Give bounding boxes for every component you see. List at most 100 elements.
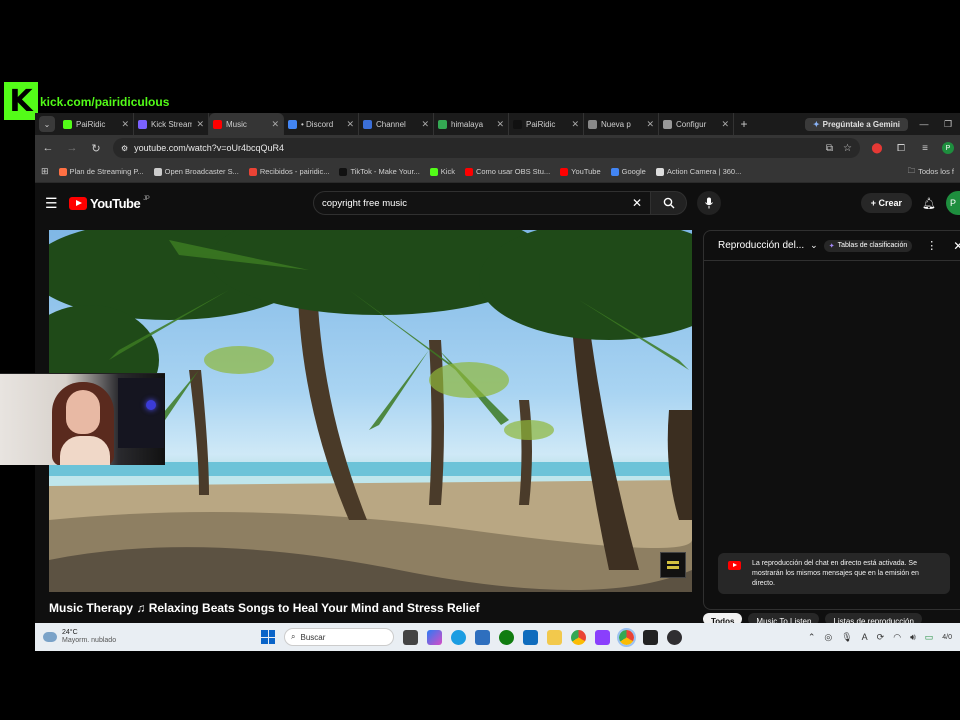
leaderboard-badge[interactable]: ✦ Tablas de clasificación	[823, 239, 913, 252]
channel-watermark[interactable]	[660, 552, 686, 578]
recording-icon[interactable]: ⬤	[870, 143, 884, 154]
bookmark-item[interactable]: TikTok - Make Your...	[339, 167, 420, 176]
chat-notice-text: La reproducción del chat en directo está…	[752, 560, 919, 587]
bookmark-item[interactable]: Recibidos - pairidic...	[248, 167, 329, 176]
battery-icon[interactable]: ▭	[925, 632, 934, 643]
site-info-icon[interactable]: ⚙	[121, 144, 128, 153]
apps-icon[interactable]: ⊞	[41, 166, 49, 177]
tiktok-icon	[513, 119, 522, 129]
browser-tab[interactable]: PaiRidic ✕	[509, 113, 584, 135]
copilot-icon[interactable]	[427, 629, 442, 645]
create-button[interactable]: + Crear	[860, 193, 913, 213]
menu-icon[interactable]: ☰	[45, 195, 69, 212]
browser-tab[interactable]: Kick Stream ✕	[134, 113, 209, 135]
browser-tab[interactable]: Channel ✕	[359, 113, 434, 135]
media-icon[interactable]: ≡	[918, 143, 932, 154]
bookmark-star-icon[interactable]: ☆	[843, 143, 852, 154]
start-icon[interactable]	[261, 630, 275, 644]
notifications-bell-icon[interactable]: 🔔︎	[922, 197, 936, 210]
close-chat-icon[interactable]: ✕	[953, 239, 960, 253]
extensions-icon[interactable]: ⧠	[894, 143, 908, 154]
bookmark-item[interactable]: YouTube	[560, 167, 601, 176]
sync-icon[interactable]: ⟳	[877, 632, 885, 643]
browser-tab[interactable]: himalaya ✕	[434, 113, 509, 135]
search-query: copyright free music	[322, 197, 408, 209]
microphone-tray-icon[interactable]: 🎙︎	[841, 632, 852, 643]
weather-condition: Mayorm. nublado	[62, 637, 117, 644]
cloud-icon	[43, 632, 57, 642]
new-tab-button[interactable]: +	[734, 117, 754, 131]
browser-tab[interactable]: PaiRidic ✕	[59, 113, 134, 135]
streaming-gear	[118, 378, 164, 448]
all-bookmarks-folder[interactable]: 🗀 Todos los f	[908, 165, 954, 178]
close-tab-icon[interactable]: ✕	[571, 119, 579, 130]
back-icon[interactable]: ←	[41, 142, 55, 154]
close-tab-icon[interactable]: ✕	[121, 119, 129, 130]
forward-icon[interactable]: →	[65, 142, 79, 154]
close-tab-icon[interactable]: ✕	[496, 119, 504, 130]
youtube-logo[interactable]: YouTube JP	[69, 196, 150, 211]
bookmark-item[interactable]: Kick	[429, 167, 455, 176]
install-icon[interactable]: ⧉	[826, 143, 833, 154]
reload-icon[interactable]: ↻	[89, 142, 103, 155]
search-button[interactable]	[651, 191, 687, 215]
address-bar[interactable]: ⚙ youtube.com/watch?v=oUr4bcqQuR4 ⧉ ☆	[113, 138, 860, 158]
kick-studio-icon	[138, 119, 147, 129]
youtube-play-icon	[69, 196, 87, 210]
chat-title[interactable]: Reproducción del...	[718, 240, 804, 251]
voice-search-button[interactable]	[697, 191, 721, 215]
account-avatar[interactable]: P	[946, 191, 960, 215]
chrome-active-icon[interactable]	[617, 627, 636, 647]
windows-taskbar: 24°C Mayorm. nublado ⌕ Buscar ⌃ ◎ 🎙︎ A ⟳…	[35, 623, 960, 651]
close-tab-icon[interactable]: ✕	[346, 119, 354, 130]
youtube-icon	[728, 561, 741, 570]
recording-tray-icon[interactable]: ◎	[824, 632, 832, 643]
chrome-icon[interactable]	[571, 629, 586, 645]
chevron-up-icon[interactable]: ⌃	[808, 632, 816, 643]
search-input[interactable]: copyright free music ✕	[313, 191, 651, 215]
restore-icon[interactable]: ❐	[936, 119, 960, 130]
bookmark-item[interactable]: Google	[610, 167, 646, 176]
outlook-icon[interactable]	[523, 629, 538, 645]
temperature: 24°C	[62, 629, 78, 637]
clear-search-icon[interactable]: ✕	[632, 196, 642, 210]
edge-icon[interactable]	[451, 629, 466, 645]
close-tab-icon[interactable]: ✕	[721, 119, 729, 130]
bookmark-label: Google	[621, 167, 646, 176]
browser-tab[interactable]: Configur ✕	[659, 113, 734, 135]
wifi-icon[interactable]: ◠	[893, 632, 901, 643]
weather-widget[interactable]: 24°C Mayorm. nublado	[43, 629, 243, 644]
browser-tab[interactable]: Nueva p ✕	[584, 113, 659, 135]
bookmark-item[interactable]: Plan de Streaming P...	[58, 167, 144, 176]
file-explorer-icon[interactable]	[547, 629, 562, 645]
bookmark-item[interactable]: Open Broadcaster S...	[153, 167, 239, 176]
obs-icon[interactable]	[667, 629, 682, 645]
clock[interactable]: 4/0	[942, 634, 952, 641]
tab-strip: ⌄ PaiRidic ✕ Kick Stream ✕ Music ✕ • Discord ✕ C…	[35, 113, 960, 135]
volume-icon[interactable]: 🔊︎	[910, 632, 916, 643]
restream-icon	[363, 119, 372, 129]
masthead-actions: + Crear 🔔︎ P	[860, 191, 960, 215]
tab-search-icon[interactable]: ⌄	[39, 116, 55, 132]
xbox-icon[interactable]	[499, 629, 514, 645]
gemini-button[interactable]: ✦ Pregúntale a Gemini	[804, 117, 908, 131]
browser-tab[interactable]: • Discord ✕	[284, 113, 359, 135]
close-tab-icon[interactable]: ✕	[646, 119, 654, 130]
terminal-icon[interactable]	[643, 629, 658, 645]
close-tab-icon[interactable]: ✕	[196, 119, 204, 130]
browser-tab[interactable]: Music ✕	[209, 113, 284, 135]
close-tab-icon[interactable]: ✕	[421, 119, 429, 130]
task-view-icon[interactable]	[403, 629, 418, 645]
input-language-icon[interactable]: A	[862, 632, 868, 642]
bookmark-item[interactable]: Action Camera | 360...	[655, 167, 741, 176]
photos-icon[interactable]	[595, 629, 610, 645]
more-options-icon[interactable]: ⋮	[926, 239, 937, 252]
chevron-down-icon[interactable]: ⌄	[810, 240, 818, 251]
bookmark-item[interactable]: Como usar OBS Stu...	[464, 167, 550, 176]
profile-avatar[interactable]: P	[942, 142, 954, 154]
bookmark-favicon-icon	[464, 167, 473, 176]
close-tab-icon[interactable]: ✕	[271, 119, 279, 130]
taskbar-search[interactable]: ⌕ Buscar	[284, 628, 394, 646]
minimize-icon[interactable]: —	[912, 119, 936, 129]
store-icon[interactable]	[475, 629, 490, 645]
